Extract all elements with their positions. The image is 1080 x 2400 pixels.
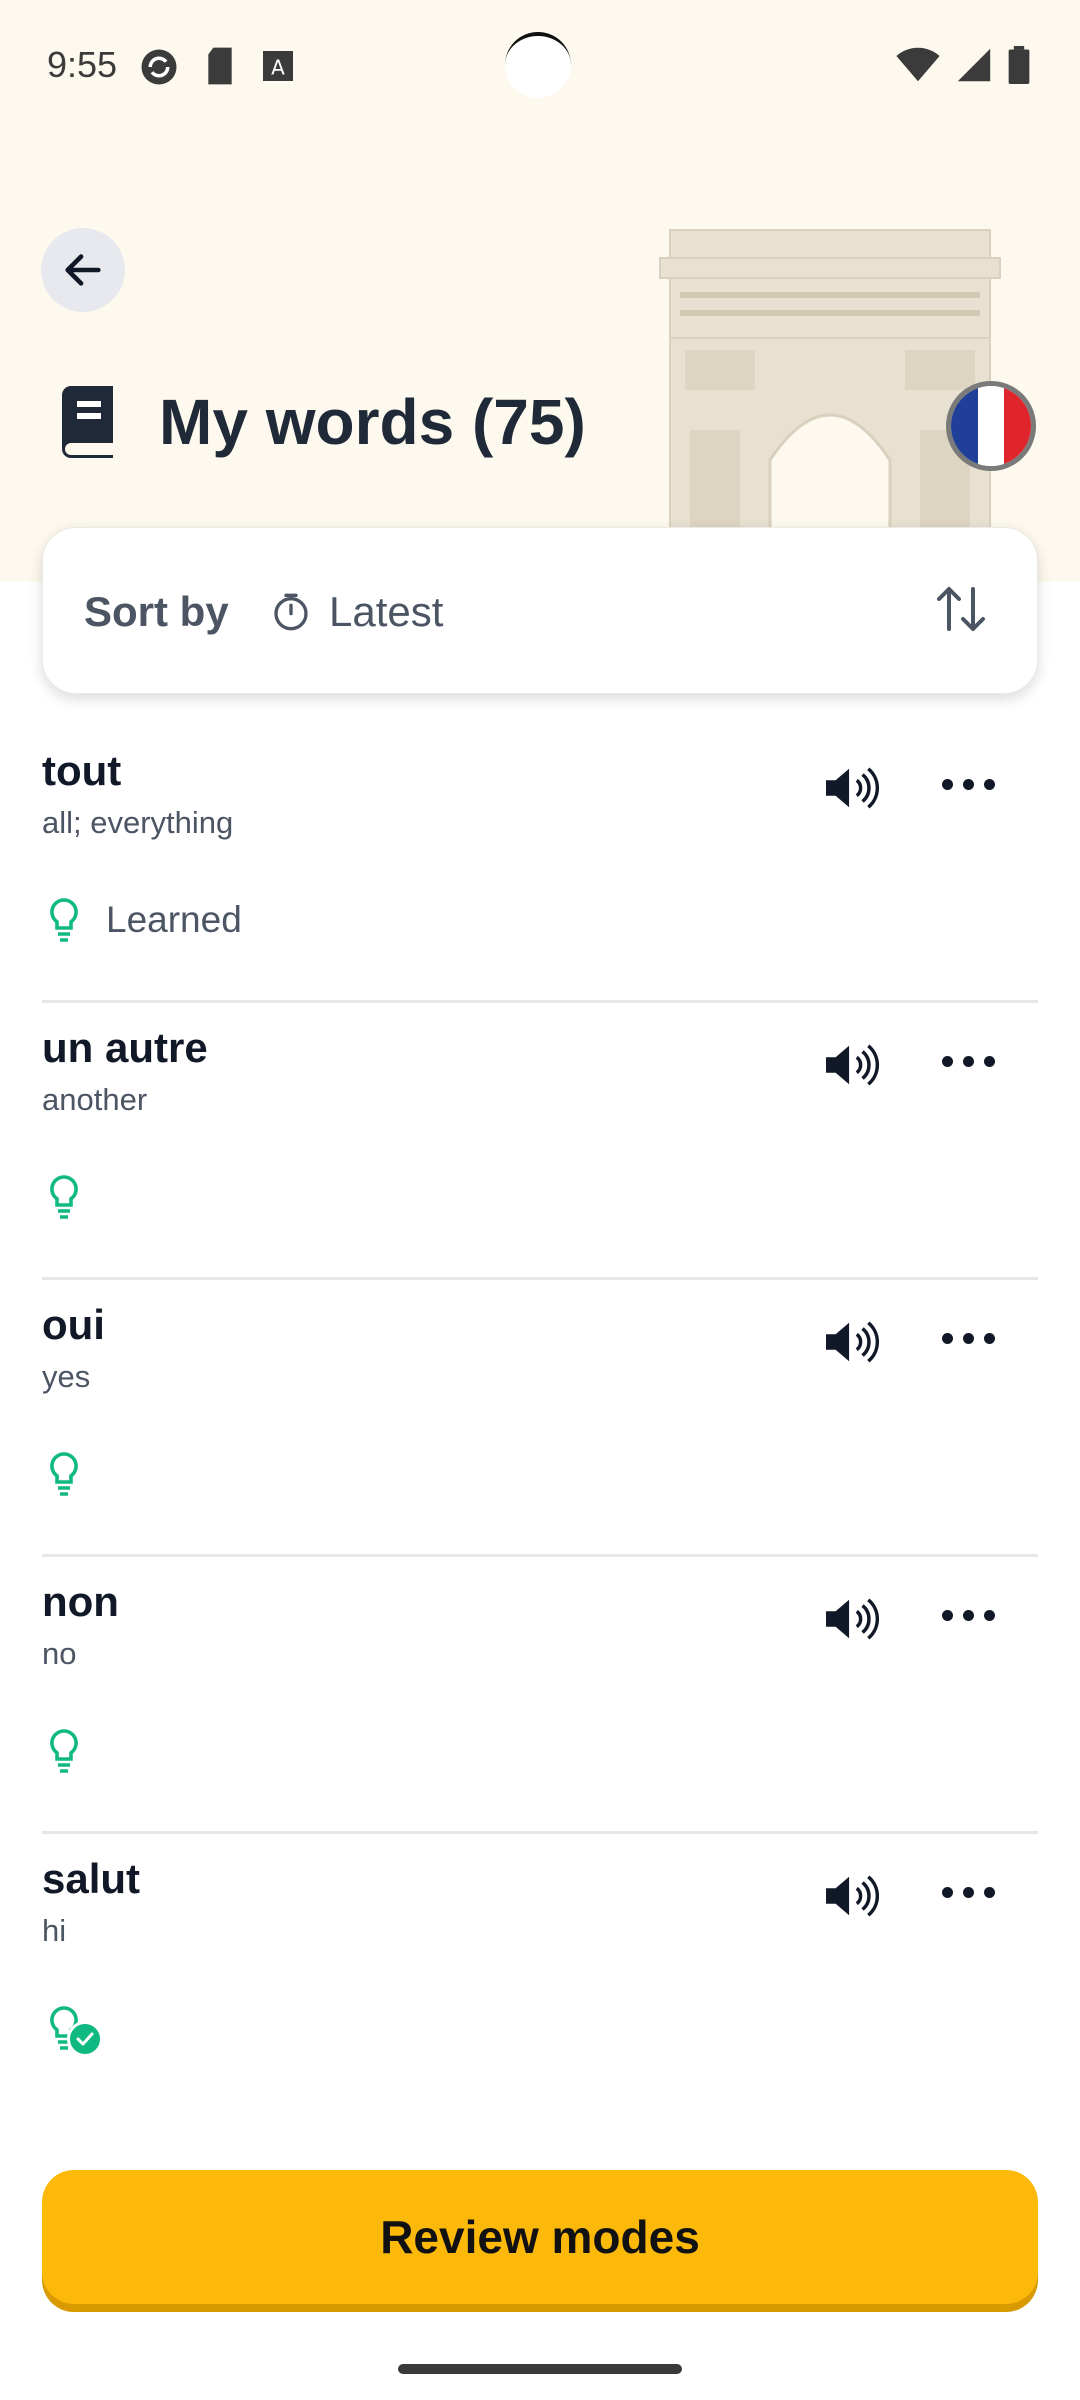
word-translation: hi [42, 1913, 67, 1948]
language-flag-button[interactable] [946, 381, 1036, 471]
book-icon [62, 386, 113, 458]
speaker-icon[interactable] [822, 1040, 880, 1090]
word-translation: no [42, 1636, 77, 1671]
notification-icons: A [138, 46, 296, 88]
speaker-icon[interactable] [822, 763, 880, 813]
word-translation: another [42, 1082, 148, 1117]
sort-label: Sort by [84, 588, 229, 635]
status-bar: 9:55 A [0, 0, 1080, 136]
word-term: salut [42, 1855, 141, 1902]
wifi-icon [896, 47, 940, 82]
sort-arrows-icon [937, 587, 985, 631]
check-badge-icon [67, 2021, 103, 2057]
sync-icon [141, 49, 177, 85]
camera-cutout [505, 32, 571, 98]
word-row[interactable]: oui yes [42, 1281, 1038, 1557]
lightbulb-icon[interactable] [48, 1175, 80, 1219]
lightbulb-icon[interactable] [48, 1452, 80, 1496]
word-term: oui [42, 1301, 105, 1348]
page-title: My words (75) [159, 386, 586, 458]
more-options-icon[interactable] [942, 1333, 995, 1344]
sort-order-toggle[interactable] [933, 583, 989, 640]
word-row[interactable]: non no [42, 1558, 1038, 1834]
sort-value: Latest [329, 588, 444, 635]
more-options-icon[interactable] [942, 779, 995, 790]
back-button[interactable] [41, 228, 125, 312]
speaker-icon[interactable] [822, 1594, 880, 1644]
page-header: My words (75) [53, 385, 586, 459]
word-term: un autre [42, 1024, 208, 1071]
divider [42, 1277, 1038, 1280]
word-row[interactable]: un autre another [42, 1004, 1038, 1280]
review-modes-button[interactable]: Review modes [42, 2170, 1038, 2304]
sort-card: Sort by Latest [42, 527, 1038, 694]
more-options-icon[interactable] [942, 1887, 995, 1898]
word-translation: yes [42, 1359, 91, 1394]
lightbulb-icon[interactable] [48, 1729, 80, 1773]
word-row[interactable]: salut hi [42, 1835, 1038, 2111]
status-time: 9:55 [47, 44, 118, 85]
word-translation: all; everything [42, 805, 234, 840]
more-options-icon[interactable] [942, 1056, 995, 1067]
speaker-icon[interactable] [822, 1317, 880, 1367]
word-term: tout [42, 747, 122, 794]
sd-card-icon [208, 47, 232, 85]
home-indicator[interactable] [398, 2364, 682, 2374]
divider [42, 1831, 1038, 1834]
word-row[interactable]: tout all; everything Learned [42, 727, 1038, 1003]
svg-text:A: A [271, 55, 285, 79]
lightbulb-icon[interactable] [48, 898, 80, 942]
font-a-icon: A [263, 51, 293, 81]
more-options-icon[interactable] [942, 1610, 995, 1621]
word-term: non [42, 1578, 119, 1625]
sort-dropdown[interactable]: Latest [271, 588, 443, 636]
arrow-left-icon [65, 254, 101, 286]
divider [42, 1000, 1038, 1003]
battery-icon [1008, 46, 1030, 84]
system-icons [896, 46, 1030, 84]
learned-status: Learned [106, 899, 242, 940]
divider [42, 1554, 1038, 1557]
signal-icon [957, 48, 991, 82]
speaker-icon[interactable] [822, 1871, 880, 1921]
timer-icon [274, 593, 308, 631]
